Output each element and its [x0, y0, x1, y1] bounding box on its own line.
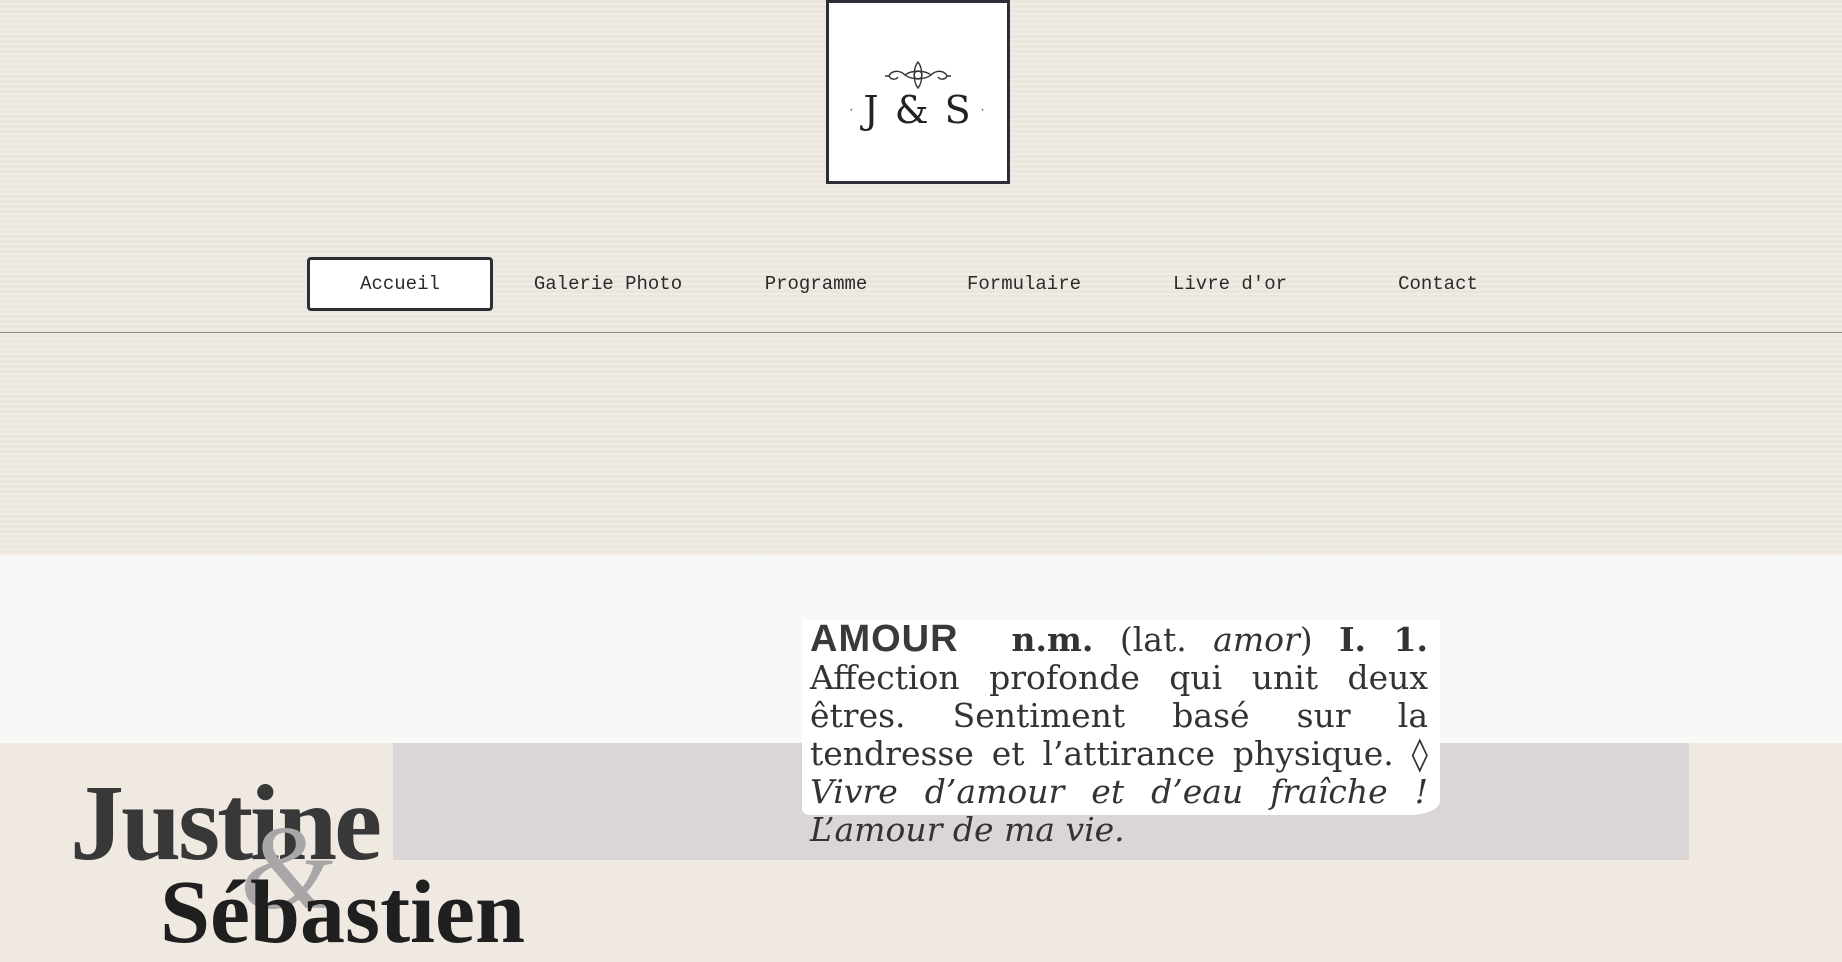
logo-dot-left: ·	[849, 103, 856, 117]
nav-item-livre-dor[interactable]: Livre d'or	[1137, 256, 1323, 312]
ornament-icon	[885, 60, 951, 90]
nav-divider	[0, 332, 1842, 333]
main-nav: Accueil Galerie Photo Programme Formulai…	[0, 256, 1842, 312]
definition-word: AMOUR	[810, 618, 959, 660]
definition-example: Vivre d’amour et d’eau fraîche ! L’amour…	[810, 772, 1428, 849]
definition-text: Affection profonde qui unit deux êtres. …	[810, 658, 1428, 773]
nav-item-formulaire[interactable]: Formulaire	[931, 256, 1117, 312]
couple-name-second: Sébastien	[160, 863, 526, 962]
amour-definition: AMOUR n.m. (lat. amor) I. 1. Affection p…	[810, 620, 1428, 849]
definition-etym-open: (lat.	[1119, 620, 1187, 659]
nav-item-accueil[interactable]: Accueil	[307, 257, 493, 311]
nav-item-programme[interactable]: Programme	[723, 256, 909, 312]
nav-item-galerie-photo[interactable]: Galerie Photo	[515, 256, 701, 312]
definition-etym-close: )	[1299, 620, 1313, 659]
definition-etym-word: amor	[1213, 620, 1300, 659]
logo-dot-right: ·	[980, 103, 987, 117]
definition-grammar: n.m.	[1011, 620, 1094, 659]
logo-initials: J & S	[863, 88, 973, 132]
nav-item-contact[interactable]: Contact	[1345, 256, 1531, 312]
logo-monogram: · J & S ·	[850, 88, 987, 132]
site-logo[interactable]: · J & S ·	[826, 0, 1010, 184]
definition-sense: I. 1.	[1339, 620, 1428, 659]
